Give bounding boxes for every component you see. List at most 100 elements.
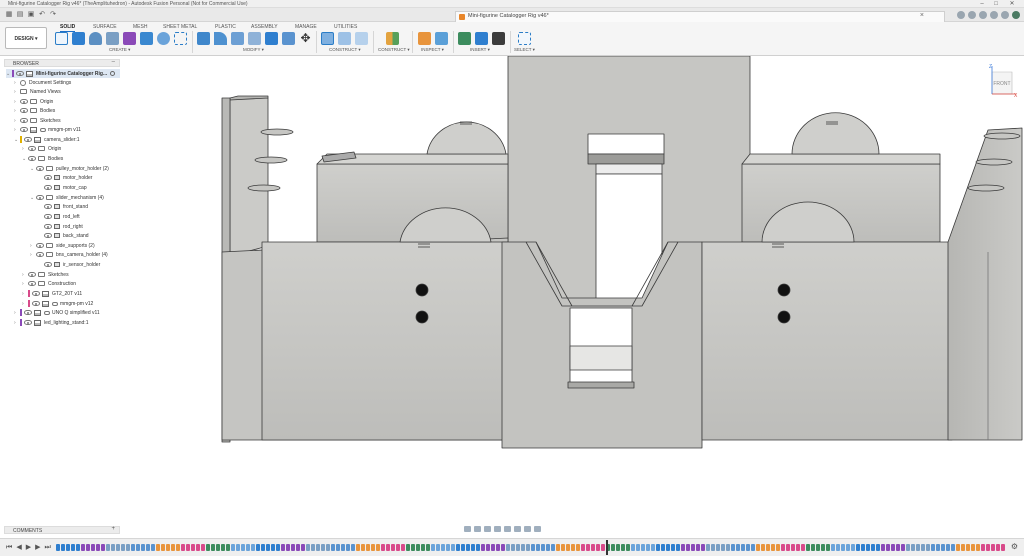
timeline-feature-icon[interactable]	[436, 544, 440, 551]
apps-grid-icon[interactable]: ▦	[5, 11, 13, 18]
tab-solid[interactable]: SOLID	[60, 24, 76, 32]
visibility-eye-icon[interactable]	[44, 233, 52, 238]
timeline-feature-icon[interactable]	[711, 544, 715, 551]
timeline-feature-icon[interactable]	[306, 544, 310, 551]
timeline-feature-icon[interactable]	[276, 544, 280, 551]
timeline-feature-icon[interactable]	[56, 544, 60, 551]
timeline-feature-icon[interactable]	[406, 544, 410, 551]
timeline-feature-icon[interactable]	[156, 544, 160, 551]
tree-item-bns-camera-holder[interactable]: › bns_camera_holder (4)	[30, 250, 108, 259]
timeline-feature-icon[interactable]	[671, 544, 675, 551]
timeline-feature-icon[interactable]	[371, 544, 375, 551]
timeline-feature-icon[interactable]	[151, 544, 155, 551]
timeline-feature-icon[interactable]	[231, 544, 235, 551]
pattern-icon[interactable]	[157, 32, 170, 45]
timeline-feature-icon[interactable]	[81, 544, 85, 551]
timeline-feature-icon[interactable]	[221, 544, 225, 551]
visibility-eye-icon[interactable]	[20, 99, 28, 104]
add-comment-icon[interactable]: +	[111, 526, 115, 532]
timeline-feature-icon[interactable]	[376, 544, 380, 551]
timeline-feature-icon[interactable]	[246, 544, 250, 551]
appearance-icon[interactable]	[386, 32, 399, 45]
timeline-feature-icon[interactable]	[91, 544, 95, 551]
minimize-icon[interactable]: –	[976, 0, 988, 8]
redo-icon[interactable]: ↷	[49, 11, 57, 18]
timeline-feature-icon[interactable]	[331, 544, 335, 551]
timeline-feature-icon[interactable]	[106, 544, 110, 551]
timeline-feature-icon[interactable]	[851, 544, 855, 551]
maximize-icon[interactable]: □	[990, 0, 1002, 8]
timeline-feature-icon[interactable]	[996, 544, 1000, 551]
visibility-eye-icon[interactable]	[36, 166, 44, 171]
visibility-eye-icon[interactable]	[28, 272, 36, 277]
select-group-label[interactable]: SELECT ▾	[514, 47, 535, 53]
timeline-feature-icon[interactable]	[516, 544, 520, 551]
visibility-eye-icon[interactable]	[44, 185, 52, 190]
timeline-feature-icon[interactable]	[881, 544, 885, 551]
timeline-feature-icon[interactable]	[396, 544, 400, 551]
timeline-feature-icon[interactable]	[901, 544, 905, 551]
extensions-icon[interactable]	[968, 11, 976, 19]
visibility-eye-icon[interactable]	[44, 214, 52, 219]
timeline-feature-icon[interactable]	[941, 544, 945, 551]
timeline-feature-icon[interactable]	[981, 544, 985, 551]
timeline-feature-icon[interactable]	[226, 544, 230, 551]
pan-icon[interactable]	[484, 526, 491, 532]
timeline-feature-icon[interactable]	[666, 544, 670, 551]
timeline-feature-icon[interactable]	[256, 544, 260, 551]
timeline-feature-icon[interactable]	[206, 544, 210, 551]
mirror-icon[interactable]	[174, 32, 187, 45]
timeline-feature-icon[interactable]	[986, 544, 990, 551]
visibility-eye-icon[interactable]	[28, 156, 36, 161]
tree-item-construction[interactable]: › Construction	[22, 279, 76, 288]
viewcube-graphic[interactable]: FRONT Z X	[988, 64, 1018, 99]
timeline-feature-icon[interactable]	[791, 544, 795, 551]
timeline-feature-icon[interactable]	[271, 544, 275, 551]
timeline-feature-icon[interactable]	[616, 544, 620, 551]
workspace-switcher-button[interactable]: DESIGN ▾	[5, 27, 47, 49]
timeline-feature-icon[interactable]	[966, 544, 970, 551]
insert-derive-icon[interactable]	[458, 32, 471, 45]
timeline-feature-icon[interactable]	[316, 544, 320, 551]
timeline-settings-icon[interactable]: ⚙	[1011, 542, 1018, 551]
tree-item-side-supports[interactable]: › side_supports (2)	[30, 241, 95, 250]
revolve-icon[interactable]	[89, 32, 102, 45]
timeline-feature-icon[interactable]	[841, 544, 845, 551]
timeline-feature-icon[interactable]	[381, 544, 385, 551]
tree-item-origin[interactable]: › Origin	[22, 144, 61, 153]
timeline-feature-icon[interactable]	[641, 544, 645, 551]
timeline-feature-icon[interactable]	[661, 544, 665, 551]
timeline-feature-icon[interactable]	[296, 544, 300, 551]
timeline-feature-icon[interactable]	[701, 544, 705, 551]
hole-icon[interactable]	[106, 32, 119, 45]
timeline-feature-icon[interactable]	[171, 544, 175, 551]
timeline-feature-icon[interactable]	[876, 544, 880, 551]
timeline-feature-icon[interactable]	[621, 544, 625, 551]
timeline-feature-icon[interactable]	[61, 544, 65, 551]
tree-item-mmgm-pm-v11[interactable]: › mmgm-pm v11	[14, 125, 81, 134]
new-tab-icon[interactable]	[957, 11, 965, 19]
timeline-feature-icon[interactable]	[761, 544, 765, 551]
box-icon[interactable]	[140, 32, 153, 45]
timeline-feature-icon[interactable]	[866, 544, 870, 551]
timeline-feature-icon[interactable]	[546, 544, 550, 551]
timeline-feature-icon[interactable]	[211, 544, 215, 551]
timeline-feature-icon[interactable]	[976, 544, 980, 551]
timeline-feature-icon[interactable]	[781, 544, 785, 551]
chamfer-icon[interactable]	[231, 32, 244, 45]
timeline-feature-icon[interactable]	[596, 544, 600, 551]
timeline-feature-icon[interactable]	[806, 544, 810, 551]
extrude-icon[interactable]	[72, 32, 85, 45]
timeline-feature-icon[interactable]	[831, 544, 835, 551]
job-status-icon[interactable]	[979, 11, 987, 19]
tree-item-camera-slider[interactable]: ⌄ camera_slider:1	[14, 135, 80, 144]
timeline-feature-icon[interactable]	[401, 544, 405, 551]
timeline-feature-icon[interactable]	[571, 544, 575, 551]
timeline-feature-icon[interactable]	[131, 544, 135, 551]
timeline-feature-icon[interactable]	[916, 544, 920, 551]
combine-icon[interactable]	[265, 32, 278, 45]
visibility-eye-icon[interactable]	[36, 252, 44, 257]
timeline-track[interactable]	[56, 544, 1006, 552]
tab-utilities[interactable]: UTILITIES	[334, 24, 357, 30]
timeline-feature-icon[interactable]	[896, 544, 900, 551]
